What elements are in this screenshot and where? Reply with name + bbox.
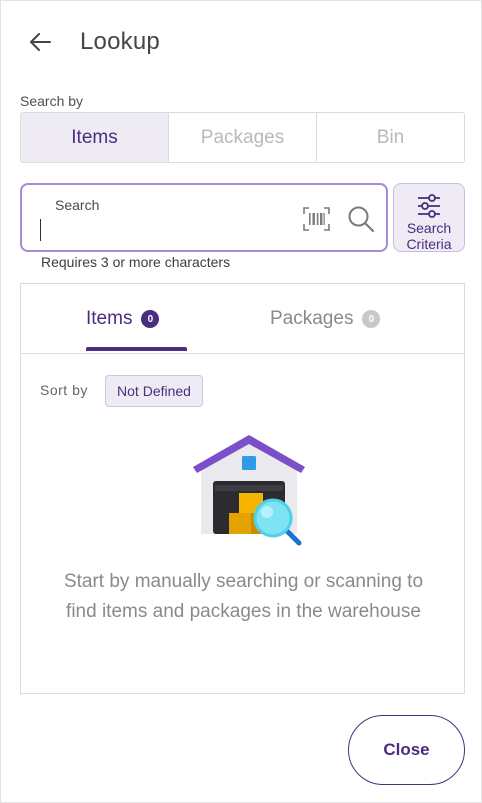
search-by-selector: Items Packages Bin	[20, 112, 465, 163]
tab-packages-count-badge: 0	[362, 310, 381, 328]
barcode-icon[interactable]	[303, 207, 330, 231]
tab-items-label: Items	[86, 308, 133, 329]
search-input-label: Search	[55, 197, 100, 213]
search-icon[interactable]	[347, 205, 375, 233]
tab-packages-label: Packages	[270, 308, 354, 329]
tab-packages[interactable]: Packages 0	[270, 284, 381, 354]
header: Lookup	[23, 25, 160, 59]
back-arrow-icon	[30, 33, 51, 51]
active-tab-indicator	[86, 347, 187, 351]
lookup-panel: Lookup Search by Items Packages Bin Sear…	[0, 0, 482, 803]
search-by-items[interactable]: Items	[21, 113, 169, 162]
page-title: Lookup	[80, 28, 160, 55]
search-hint: Requires 3 or more characters	[41, 254, 231, 270]
sliders-icon	[418, 194, 440, 218]
search-criteria-label-line1: Search	[406, 220, 452, 236]
search-criteria-button[interactable]: Search Criteria	[393, 183, 465, 252]
search-input[interactable]: Search	[20, 183, 388, 252]
warehouse-illustration	[193, 435, 305, 546]
close-button[interactable]: Close	[348, 715, 465, 785]
search-by-packages[interactable]: Packages	[169, 113, 317, 162]
search-by-bin[interactable]: Bin	[317, 113, 464, 162]
sort-by-label: Sort by	[40, 382, 88, 398]
tab-items[interactable]: Items 0	[86, 284, 160, 354]
search-criteria-label-line2: Criteria	[406, 236, 452, 252]
results-tabs: Items 0 Packages 0	[21, 284, 464, 354]
text-caret	[40, 219, 41, 241]
empty-state-message: Start by manually searching or scanning …	[63, 571, 424, 622]
results-panel: Items 0 Packages 0 Sort by Not Defined S…	[20, 283, 465, 694]
sort-by-dropdown[interactable]: Not Defined	[105, 375, 203, 407]
tab-items-count-badge: 0	[141, 310, 160, 328]
search-by-label: Search by	[20, 93, 84, 109]
back-button[interactable]	[23, 25, 57, 59]
